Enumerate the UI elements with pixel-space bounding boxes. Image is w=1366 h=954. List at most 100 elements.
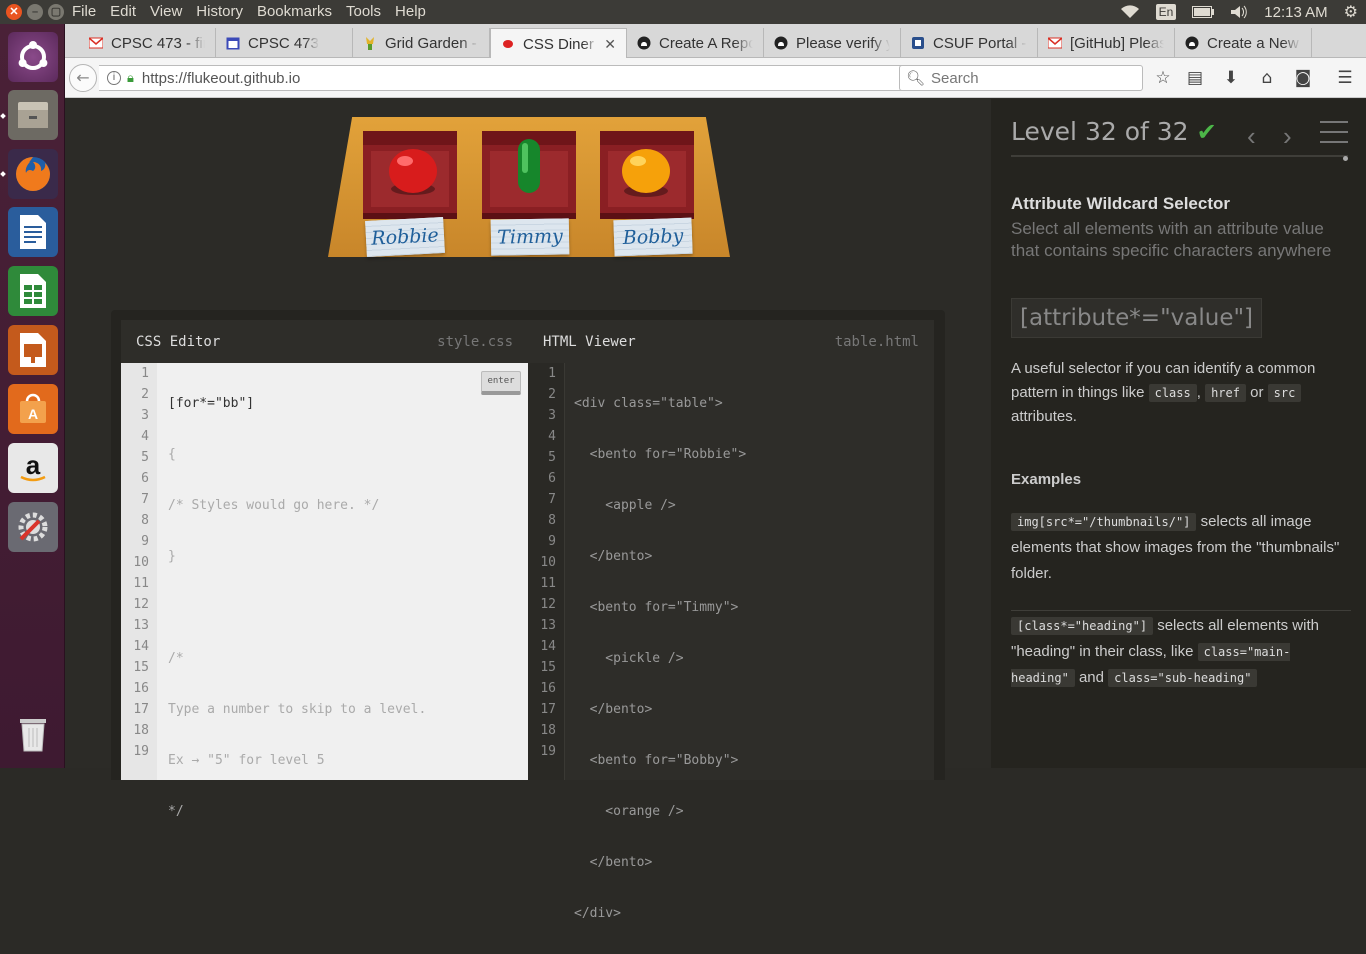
volume-icon[interactable]	[1230, 5, 1248, 19]
tab-css-diner[interactable]: CSS Diner - W ✕	[490, 28, 627, 59]
libreoffice-calc-icon[interactable]	[8, 266, 58, 316]
menu-file[interactable]: File	[72, 3, 96, 20]
tab-create-a-repo[interactable]: Create A Repo	[627, 28, 764, 58]
line-number: 5	[548, 450, 556, 465]
reading-list-icon[interactable]: ▤	[1184, 67, 1206, 89]
keyboard-layout-indicator[interactable]: En	[1155, 4, 1177, 20]
menu-tools[interactable]: Tools	[346, 3, 381, 20]
close-window-icon[interactable]: ✕	[6, 4, 22, 20]
line-number: 15	[133, 660, 149, 675]
previous-level-icon[interactable]: ‹	[1247, 121, 1256, 152]
downloads-icon[interactable]: ⬇	[1220, 67, 1242, 89]
line-number: 8	[548, 513, 556, 528]
wifi-icon[interactable]	[1120, 5, 1140, 19]
code-line: }	[168, 549, 176, 564]
clock[interactable]: 12:13 AM	[1264, 4, 1327, 21]
site-info-icon[interactable]: i	[107, 71, 121, 85]
html-line[interactable]: </div>	[574, 903, 934, 924]
tab-grid-garden[interactable]: Grid Garden - A	[353, 28, 490, 58]
html-line-numbers: 1 2 3 4 5 6 7 8 9 10 11 12 13 14 15 16 17 18 19	[528, 363, 565, 780]
level-progress-bar	[1011, 156, 1348, 161]
bookmark-star-icon[interactable]: ☆	[1152, 67, 1174, 89]
home-icon[interactable]: ⌂	[1256, 67, 1278, 89]
tab-please-verify[interactable]: Please verify y	[764, 28, 901, 58]
ubuntu-software-icon[interactable]: A	[8, 384, 58, 434]
table-board: Robbie Timmy Bobby	[328, 117, 730, 267]
url-bar[interactable]: i 🔒︎ https://flukeout.github.io ↻	[99, 65, 957, 91]
tab-close-icon[interactable]: ✕	[604, 36, 616, 53]
hamburger-menu-icon[interactable]: ☰	[1334, 67, 1356, 89]
search-box[interactable]: 🔍︎ Search	[899, 65, 1143, 91]
menu-help[interactable]: Help	[395, 3, 426, 20]
gmail-icon	[88, 36, 104, 50]
menu-view[interactable]: View	[150, 3, 182, 20]
libreoffice-writer-icon[interactable]	[8, 207, 58, 257]
gmail-icon	[1047, 36, 1063, 50]
diner-icon	[501, 37, 515, 51]
code-line: */	[168, 804, 184, 819]
line-number: 17	[540, 702, 556, 717]
example-2: [class*="heading"] selects all elements …	[1011, 610, 1351, 691]
tab-cpsc473[interactable]: CPSC 473	[216, 28, 353, 58]
line-number: 18	[133, 723, 149, 738]
tab-cpsc473-find[interactable]: CPSC 473 - find	[79, 28, 216, 58]
tab-github-please[interactable]: [GitHub] Pleas	[1038, 28, 1175, 58]
html-line[interactable]: <pickle />	[574, 648, 934, 669]
line-number: 9	[548, 534, 556, 549]
libreoffice-impress-icon[interactable]	[8, 325, 58, 375]
next-level-icon[interactable]: ›	[1283, 121, 1292, 152]
line-number: 1	[141, 366, 149, 381]
menu-history[interactable]: History	[196, 3, 243, 20]
enter-button[interactable]: enter	[481, 371, 521, 395]
ubuntu-dash-icon[interactable]	[8, 32, 58, 82]
pickle-icon[interactable]	[516, 137, 542, 195]
css-line-numbers: 1 2 3 4 5 6 7 8 9 10 11 12 13 14 15 16 17 18 19	[121, 363, 157, 780]
checkmark-icon: ✔	[1196, 117, 1217, 146]
html-line[interactable]: </bento>	[574, 852, 934, 873]
tab-csuf-portal[interactable]: CSUF Portal - H	[901, 28, 1038, 58]
search-placeholder: Search	[931, 69, 979, 87]
system-settings-icon[interactable]	[8, 502, 58, 552]
apple-icon[interactable]	[385, 143, 441, 199]
url-text[interactable]: https://flukeout.github.io	[142, 70, 300, 87]
line-number: 7	[548, 492, 556, 507]
tab-create-a-new[interactable]: Create a New R	[1175, 28, 1312, 58]
maximize-window-icon[interactable]: ▢	[48, 4, 64, 20]
game-area: Robbie Timmy Bobby CSS Editor style.css	[65, 99, 991, 921]
html-line[interactable]: <div class="table">	[574, 393, 934, 414]
html-line[interactable]: <apple />	[574, 495, 934, 516]
back-button[interactable]: ←	[69, 64, 97, 92]
pocket-icon[interactable]: ◙	[1292, 67, 1314, 89]
line-number: 11	[540, 576, 556, 591]
minimize-window-icon[interactable]: –	[27, 4, 43, 20]
menu-bookmarks[interactable]: Bookmarks	[257, 3, 332, 20]
html-file-name: table.html	[834, 333, 919, 350]
settings-gear-icon[interactable]: ⚙	[1344, 2, 1358, 22]
amazon-icon[interactable]: a	[8, 443, 58, 493]
code-line: Type a number to skip to a level.	[168, 702, 427, 717]
line-number: 19	[540, 744, 556, 759]
css-code-area[interactable]: [for*="bb"] { /* Styles would go here. *…	[157, 363, 528, 819]
level-sidebar: Level 32 of 32 ✔ ‹ › Attribute Wildcard …	[991, 99, 1366, 768]
css-file-name: style.css	[437, 333, 513, 350]
html-line[interactable]: <bento for="Robbie">	[574, 444, 934, 465]
battery-icon[interactable]	[1192, 6, 1215, 18]
files-icon[interactable]	[8, 90, 58, 140]
lock-icon: 🔒︎	[127, 70, 134, 85]
level-title-text: Level 32 of 32	[1011, 117, 1189, 146]
html-line[interactable]: <bento for="Timmy">	[574, 597, 934, 618]
selector-syntax: [attribute*="value"]	[1011, 298, 1263, 338]
html-line[interactable]: <orange />	[574, 801, 934, 822]
firefox-icon[interactable]	[8, 149, 58, 199]
line-number: 19	[133, 744, 149, 759]
css-selector-input[interactable]: [for*="bb"]	[168, 393, 528, 414]
svg-text:a: a	[26, 450, 41, 480]
html-line[interactable]: </bento>	[574, 546, 934, 567]
hint-or: or	[1250, 384, 1264, 401]
html-line[interactable]: </bento>	[574, 699, 934, 720]
line-number: 14	[540, 639, 556, 654]
menu-edit[interactable]: Edit	[110, 3, 136, 20]
trash-icon[interactable]	[8, 708, 58, 758]
level-menu-icon[interactable]	[1320, 121, 1348, 151]
orange-icon[interactable]	[618, 145, 674, 199]
